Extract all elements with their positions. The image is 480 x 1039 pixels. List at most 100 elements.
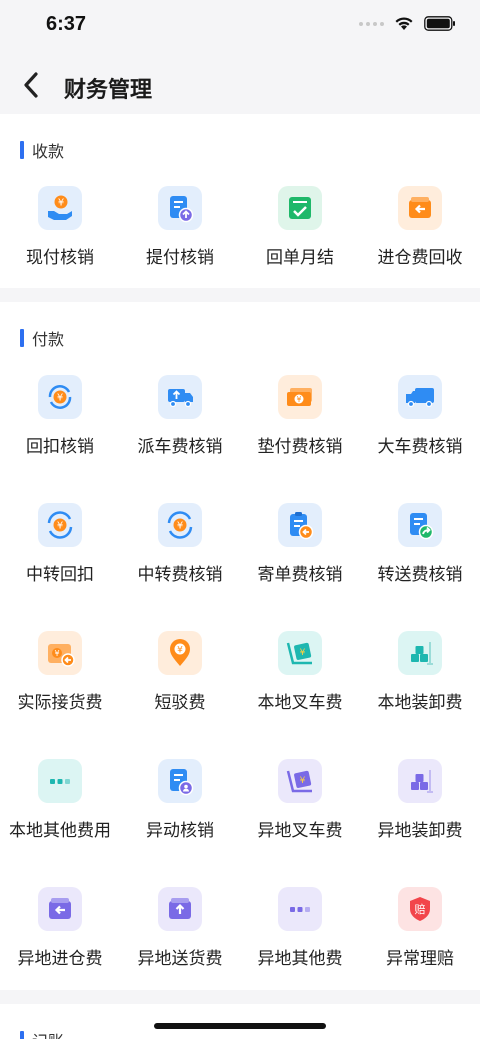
tile-label: 转送费核销 <box>377 565 463 584</box>
tile-remote-forklift-fee[interactable]: ¥ 异地叉车费 <box>240 759 360 887</box>
section-title: 收款 <box>32 144 65 161</box>
svg-text:¥: ¥ <box>57 393 63 404</box>
more-dots-icon <box>278 887 322 931</box>
truck-upload-icon <box>158 375 202 419</box>
shield-claim-icon: 赔 <box>398 887 442 931</box>
svg-text:¥: ¥ <box>58 198 64 209</box>
svg-text:¥: ¥ <box>297 395 302 404</box>
tile-label: 异地送货费 <box>137 949 223 968</box>
tile-change-write-off[interactable]: 异动核销 <box>120 759 240 887</box>
nav-bar: 财务管理 <box>0 58 480 114</box>
status-icons <box>359 16 456 31</box>
tile-actual-pickup-fee[interactable]: ¥ 实际接货费 <box>0 631 120 759</box>
page-title: 财务管理 <box>64 77 153 102</box>
tile-mailing-fee[interactable]: 寄单费核销 <box>240 503 360 631</box>
wallet-return-icon <box>38 887 82 931</box>
tile-local-other-fee[interactable]: 本地其他费用 <box>0 759 120 887</box>
svg-text:¥: ¥ <box>177 521 183 532</box>
tile-dispatch-fee[interactable]: 派车费核销 <box>120 375 240 503</box>
tile-advance-fee[interactable]: ¥ 垫付费核销 <box>240 375 360 503</box>
chevron-left-icon <box>24 72 38 98</box>
tile-short-haul-fee[interactable]: ¥ 短驳费 <box>120 631 240 759</box>
tile-label: 实际接货费 <box>17 693 103 712</box>
tile-warehouse-fee-recovery[interactable]: 进仓费回收 <box>360 186 480 314</box>
svg-text:¥: ¥ <box>57 521 63 532</box>
coin-cycle-icon: ¥ <box>158 503 202 547</box>
tile-label: 本地其他费用 <box>9 821 111 840</box>
tile-remote-handling-fee[interactable]: 异地装卸费 <box>360 759 480 887</box>
tile-rebate-write-off[interactable]: ¥ 回扣核销 <box>0 375 120 503</box>
doc-person-icon <box>158 759 202 803</box>
tile-label: 回扣核销 <box>26 437 94 456</box>
tile-label: 中转费核销 <box>137 565 223 584</box>
tile-forwarding-fee[interactable]: 转送费核销 <box>360 503 480 631</box>
wallet-upload-icon <box>158 887 202 931</box>
icon-grid: ¥ 现付核销 提付核销 回单月结 进仓费回收 <box>0 186 480 314</box>
money-stack-icon: ¥ <box>278 375 322 419</box>
svg-text:赔: 赔 <box>415 902 426 916</box>
section-payments: 付款 ¥ 回扣核销 派车费核销 ¥ 垫付费核销 大车费核销 ¥ 中转回扣 ¥ 中… <box>0 302 480 990</box>
receipt-check-icon <box>278 186 322 230</box>
tile-receipt-monthly[interactable]: 回单月结 <box>240 186 360 314</box>
tile-transfer-rebate[interactable]: ¥ 中转回扣 <box>0 503 120 631</box>
truck-icon <box>398 375 442 419</box>
hand-coin-icon: ¥ <box>38 186 82 230</box>
tile-local-handling-fee[interactable]: 本地装卸费 <box>360 631 480 759</box>
svg-text:¥: ¥ <box>300 776 306 786</box>
battery-icon <box>424 16 455 31</box>
tile-label: 垫付费核销 <box>257 437 343 456</box>
svg-text:¥: ¥ <box>177 646 183 656</box>
tile-transfer-fee[interactable]: ¥ 中转费核销 <box>120 503 240 631</box>
section-header: 付款 <box>20 328 65 349</box>
tile-cash-write-off[interactable]: ¥ 现付核销 <box>0 186 120 314</box>
signal-icon <box>359 21 384 26</box>
status-time: 6:37 <box>46 13 87 35</box>
forklift-icon: ¥ <box>278 759 322 803</box>
status-bar: 6:37 <box>0 0 480 50</box>
wallet-return-icon <box>398 186 442 230</box>
tile-local-forklift-fee[interactable]: ¥ 本地叉车费 <box>240 631 360 759</box>
tile-label: 异地装卸费 <box>377 821 463 840</box>
back-button[interactable] <box>14 68 48 102</box>
tile-label: 中转回扣 <box>26 565 94 584</box>
coin-refresh-icon: ¥ <box>38 375 82 419</box>
doc-forward-icon <box>398 503 442 547</box>
svg-text:¥: ¥ <box>300 648 306 658</box>
section-receipts: 收款 ¥ 现付核销 提付核销 回单月结 进仓费回收 <box>0 114 480 288</box>
tile-label: 本地装卸费 <box>377 693 463 712</box>
tile-label: 异常理赔 <box>386 949 454 968</box>
tile-label: 进仓费回收 <box>377 248 463 267</box>
cargo-boxes-icon <box>398 631 442 675</box>
doc-upload-icon <box>158 186 202 230</box>
tile-label: 派车费核销 <box>137 437 223 456</box>
section-title: 记账 <box>32 1028 64 1039</box>
tile-label: 异地叉车费 <box>257 821 343 840</box>
location-coin-icon: ¥ <box>158 631 202 675</box>
home-indicator[interactable] <box>154 1023 326 1029</box>
tile-label: 短驳费 <box>154 693 206 712</box>
wallet-coin-icon: ¥ <box>38 631 82 675</box>
tile-pickup-write-off[interactable]: 提付核销 <box>120 186 240 314</box>
section-header: 收款 <box>20 140 65 161</box>
wifi-icon <box>395 17 413 30</box>
more-dots-icon <box>38 759 82 803</box>
tile-remote-delivery-fee[interactable]: 异地送货费 <box>120 887 240 1015</box>
coin-cycle-icon: ¥ <box>38 503 82 547</box>
tile-label: 大车费核销 <box>377 437 463 456</box>
tile-label: 异地进仓费 <box>17 949 103 968</box>
section-bookkeeping: 记账 <box>0 1004 480 1039</box>
tile-label: 回单月结 <box>266 248 334 267</box>
tile-exception-claim[interactable]: 赔 异常理赔 <box>360 887 480 1015</box>
tile-label: 寄单费核销 <box>257 565 343 584</box>
clipboard-return-icon <box>278 503 322 547</box>
tile-remote-warehouse-fee[interactable]: 异地进仓费 <box>0 887 120 1015</box>
section-accent-bar <box>20 329 24 347</box>
section-title: 付款 <box>32 332 65 349</box>
cargo-boxes-icon <box>398 759 442 803</box>
forklift-icon: ¥ <box>278 631 322 675</box>
tile-label: 本地叉车费 <box>257 693 343 712</box>
tile-remote-other-fee[interactable]: 异地其他费 <box>240 887 360 1015</box>
tile-label: 异动核销 <box>146 821 214 840</box>
tile-label: 提付核销 <box>146 248 214 267</box>
tile-big-truck-fee[interactable]: 大车费核销 <box>360 375 480 503</box>
